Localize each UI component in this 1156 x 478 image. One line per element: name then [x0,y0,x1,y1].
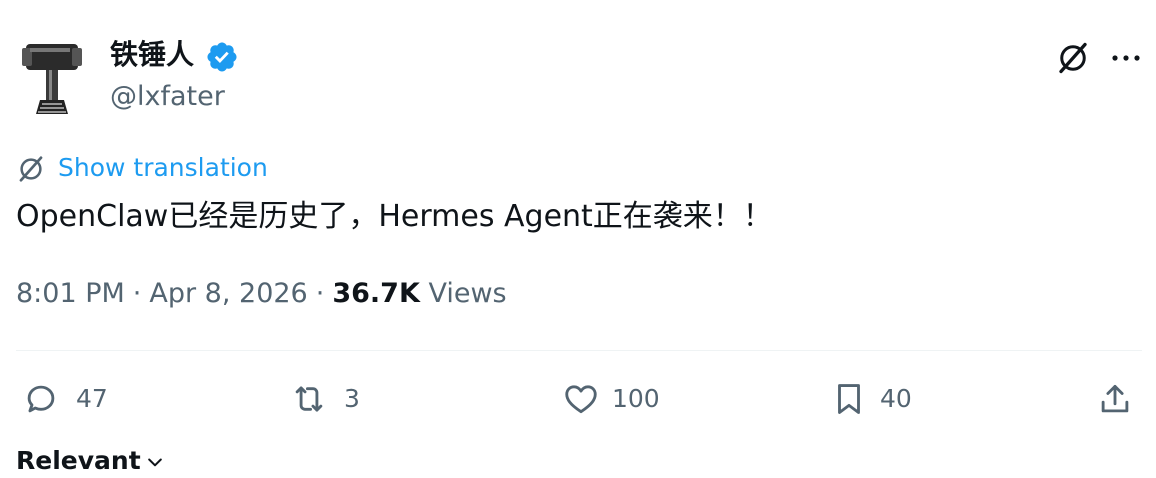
author-name[interactable]: 铁锤人 [110,38,194,72]
show-translation-link[interactable]: Show translation [58,152,268,184]
tweet-time[interactable]: 8:01 PM [16,278,125,309]
tweet-date[interactable]: Apr 8, 2026 [149,278,307,309]
meta-separator: · [315,278,325,309]
views-count: 36.7K [332,278,420,309]
like-button[interactable]: 100 [562,378,672,420]
tweet-text: OpenClaw已经是历史了，Hermes Agent正在袭来！！ [16,199,773,234]
more-icon[interactable] [1108,42,1144,74]
reply-count: 47 [76,384,108,413]
repost-button[interactable]: 3 [290,378,370,420]
avatar[interactable] [18,38,92,118]
sort-dropdown[interactable]: Relevant [16,444,165,478]
author-handle[interactable]: @lxfater [110,80,225,114]
share-icon [1101,384,1129,413]
heart-icon [565,385,597,414]
hammer-icon [22,44,82,114]
sort-label: Relevant [16,446,141,475]
bookmark-icon [838,384,860,414]
repost-icon [295,386,323,412]
tweet-meta: 8:01 PM · Apr 8, 2026 · 36.7K Views [16,276,507,312]
repost-count: 3 [344,384,360,413]
divider [16,350,1142,351]
like-count: 100 [612,384,660,413]
grok-icon[interactable] [1055,40,1091,76]
verified-badge-icon [207,42,237,72]
reply-button[interactable]: 47 [22,378,122,420]
meta-separator: · [132,278,142,309]
chevron-down-icon [147,458,162,467]
views-label: Views [428,278,507,309]
bookmark-button[interactable]: 40 [830,378,920,420]
share-button[interactable] [1096,378,1136,420]
translate-icon [19,156,43,182]
bookmark-count: 40 [880,384,912,413]
reply-icon [27,385,55,413]
